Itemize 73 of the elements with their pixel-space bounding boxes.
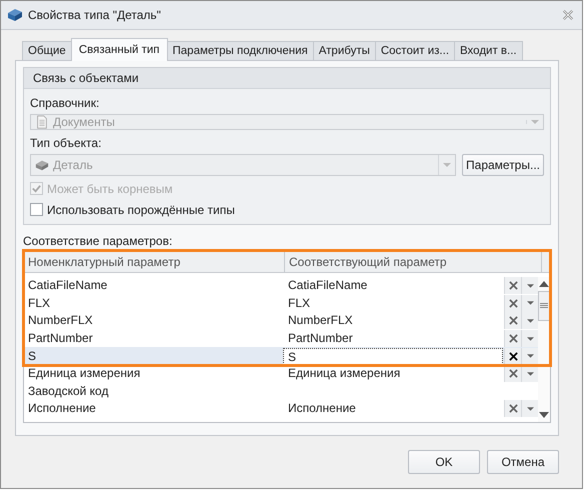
scroll-up-icon[interactable]: [539, 281, 549, 287]
table-cell-text: Исполнение: [287, 400, 357, 418]
group-title: Связь с объектами: [33, 71, 139, 85]
field-label: Справочник:: [30, 95, 100, 111]
window-title: Свойства типа "Деталь": [28, 8, 162, 22]
table-cell-text: NumberFLX: [27, 312, 94, 330]
table-cell: S: [283, 348, 503, 365]
checkbox[interactable]: [30, 203, 43, 216]
caret-icon: [526, 318, 534, 323]
tab[interactable]: Состоит из...: [374, 41, 456, 61]
clear-icon: [508, 281, 518, 290]
column-header[interactable]: Соответствующий параметр: [285, 252, 542, 272]
scroll-down-icon[interactable]: [539, 412, 549, 418]
table-cell-text: S: [27, 348, 38, 365]
grip-icon: [540, 303, 548, 309]
ok-button[interactable]: OK: [408, 450, 480, 474]
clear-icon: [508, 369, 518, 378]
cancel-button[interactable]: Отмена: [487, 450, 559, 474]
table-cell-text: FLX: [287, 294, 312, 312]
dropdown-button[interactable]: [521, 294, 538, 312]
column-header[interactable]: Номенклатурный параметр: [24, 252, 285, 272]
table-row[interactable]: Заводской код: [24, 382, 538, 400]
field-label: Тип объекта:: [30, 135, 102, 151]
dropdown-button[interactable]: [521, 400, 538, 418]
table-cell-text: Исполнение: [27, 400, 97, 418]
table-cell-text: NumberFLX: [287, 312, 354, 330]
caret-icon: [526, 372, 534, 376]
caret-icon: [443, 163, 451, 167]
table-cell-text: FLX: [27, 294, 52, 312]
box-icon: [35, 158, 49, 172]
caret-icon: [526, 354, 534, 358]
scrollbar[interactable]: [538, 277, 550, 422]
clear-icon: [508, 334, 518, 344]
tab[interactable]: Общие: [22, 41, 72, 61]
table-row[interactable]: Единица измерения Единица измерения: [24, 364, 538, 383]
table-cell-text: CatiaFileName: [27, 277, 108, 294]
table-cell-text: PartNumber: [27, 330, 94, 348]
dropdown-button[interactable]: [521, 312, 538, 330]
table-cell-text: Единица измерения: [287, 365, 402, 382]
box-icon: [6, 7, 24, 23]
table-cell-text: CatiaFileName: [287, 277, 368, 294]
section-label: Соответствие параметров:: [23, 234, 174, 248]
clear-icon: [508, 404, 518, 414]
table-row[interactable]: PartNumber PartNumber: [24, 330, 538, 348]
document-icon: [35, 115, 49, 129]
close-icon[interactable]: [562, 9, 574, 21]
checkbox-label: Может быть корневым: [47, 182, 173, 196]
clear-icon: [508, 352, 518, 361]
tab[interactable]: Входит в...: [454, 41, 523, 61]
table-row[interactable]: CatiaFileName CatiaFileName: [24, 277, 538, 295]
table-cell-text: Заводской код: [27, 382, 110, 400]
clear-button[interactable]: [504, 348, 521, 365]
dropdown-button[interactable]: [521, 330, 538, 348]
dropdown-button[interactable]: [521, 348, 538, 365]
dropdown-button[interactable]: [521, 277, 538, 294]
tab[interactable]: Связанный тип: [70, 38, 168, 61]
tab[interactable]: Параметры подключения: [166, 41, 314, 61]
clear-icon: [508, 298, 518, 308]
table-cell-text: Единица измерения: [27, 365, 142, 382]
table-row[interactable]: FLX FLX: [24, 294, 538, 312]
table-cell-text: PartNumber: [287, 330, 354, 348]
checkbox-label: Использовать порождённые типы: [47, 202, 235, 216]
table-row[interactable]: Исполнение Исполнение: [24, 400, 538, 418]
caret-icon: [526, 301, 534, 306]
table-row[interactable]: S S: [24, 347, 538, 365]
caret-icon: [526, 406, 534, 411]
table-row[interactable]: NumberFLX NumberFLX: [24, 312, 538, 330]
clear-icon: [508, 316, 518, 326]
caret-icon: [526, 336, 534, 341]
tab[interactable]: Атрибуты: [312, 41, 376, 61]
caret-icon: [531, 120, 539, 124]
scroll-thumb[interactable]: [538, 291, 550, 321]
caret-icon: [526, 284, 534, 288]
